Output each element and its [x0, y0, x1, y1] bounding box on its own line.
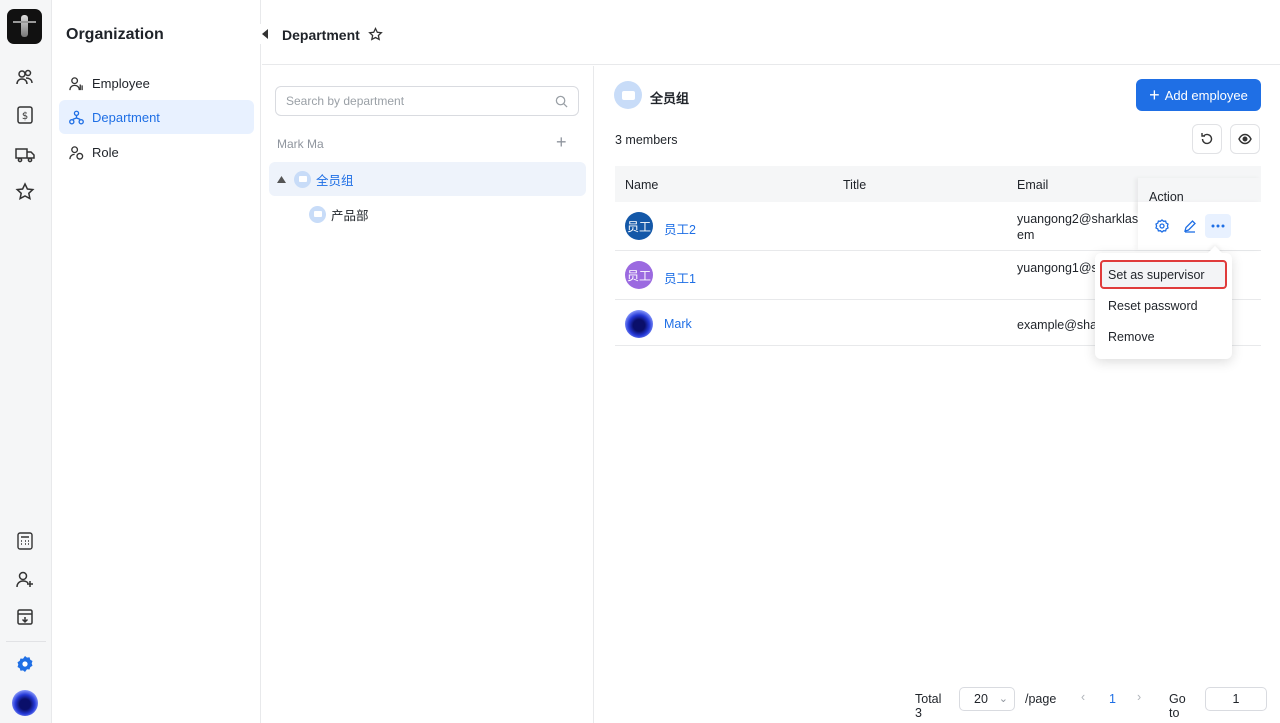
nav-item-label: Role	[92, 144, 119, 160]
department-node-icon	[294, 170, 311, 188]
members-panel: 全员组 + Add employee 3 members Name Title …	[595, 66, 1280, 723]
page-title: Department	[282, 27, 360, 43]
group-icon	[614, 81, 642, 109]
page-header: Department	[262, 0, 1280, 65]
current-page[interactable]: 1	[1109, 692, 1116, 706]
table-row[interactable]: 员工 员工2 yuangong2@sharklasem	[615, 202, 1261, 251]
employee-name-link[interactable]: 员工1	[664, 268, 696, 287]
tree-node-all[interactable]: 全员组	[269, 162, 586, 196]
reset-password-item[interactable]: Reset password	[1100, 291, 1227, 320]
settings-action-icon[interactable]	[1149, 214, 1175, 238]
truck-icon[interactable]	[12, 141, 38, 167]
nav-item-department[interactable]: Department	[59, 100, 254, 134]
role-icon	[69, 145, 84, 160]
nav-item-label: Employee	[92, 75, 150, 91]
view-settings-button[interactable]	[1230, 124, 1260, 154]
settings-icon[interactable]	[12, 651, 38, 677]
set-as-supervisor-item[interactable]: Set as supervisor	[1100, 260, 1227, 289]
calculator-icon[interactable]	[12, 528, 38, 554]
tree-node-product[interactable]: 产品部	[269, 197, 586, 231]
star-icon[interactable]	[12, 179, 38, 205]
avatar	[625, 310, 653, 338]
billing-icon[interactable]: $	[12, 102, 38, 128]
column-email: Email	[1017, 178, 1049, 192]
people-icon[interactable]	[12, 64, 38, 90]
members-count: 3 members	[615, 133, 678, 147]
rail-divider	[6, 641, 46, 642]
app-logo[interactable]	[7, 9, 42, 44]
department-tree-panel: Search by department Mark Ma + 全员组 产品部	[262, 66, 594, 723]
employee-icon	[69, 76, 83, 90]
employee-name-link[interactable]: 员工2	[664, 219, 696, 238]
page-size-value: 20	[974, 692, 988, 706]
org-subnav: Organization Employee Department Role	[52, 0, 261, 723]
per-page-label: /page	[1025, 692, 1057, 706]
svg-text:$: $	[22, 111, 28, 122]
refresh-button[interactable]	[1192, 124, 1222, 154]
employee-name-link[interactable]: Mark	[664, 317, 692, 331]
avatar: 员工	[625, 212, 653, 240]
page-size-select[interactable]: 20 ⌄	[959, 687, 1015, 711]
nav-item-employee[interactable]: Employee	[59, 66, 254, 100]
nav-item-role[interactable]: Role	[59, 135, 254, 169]
tree-node-label: 全员组	[316, 173, 354, 188]
next-page-icon[interactable]: ›	[1137, 690, 1141, 704]
add-employee-button[interactable]: + Add employee	[1136, 79, 1261, 111]
add-employee-label: Add employee	[1164, 87, 1248, 103]
group-name: 全员组	[650, 91, 690, 106]
app-rail: $	[0, 0, 52, 723]
eye-icon	[1238, 133, 1252, 145]
subnav-title: Organization	[66, 26, 164, 43]
department-search-input[interactable]: Search by department	[275, 86, 579, 116]
goto-page-input[interactable]: 1	[1205, 687, 1267, 711]
prev-page-icon[interactable]: ‹	[1081, 690, 1085, 704]
avatar: 员工	[625, 261, 653, 289]
department-node-icon	[309, 205, 326, 223]
plus-icon: +	[1149, 84, 1160, 105]
download-icon[interactable]	[12, 604, 38, 630]
chevron-down-icon: ⌄	[998, 693, 1008, 705]
refresh-icon	[1201, 133, 1213, 145]
profile-avatar[interactable]	[12, 690, 38, 716]
remove-item[interactable]: Remove	[1100, 322, 1227, 351]
tree-node-label: 产品部	[331, 208, 369, 223]
favorite-star-icon[interactable]	[368, 27, 383, 42]
action-cell	[1138, 202, 1261, 250]
more-actions-menu: Set as supervisor Reset password Remove	[1095, 253, 1232, 359]
nav-item-label: Department	[92, 109, 160, 125]
department-icon	[69, 110, 84, 124]
table-header: Name Title Email Action	[615, 166, 1261, 214]
goto-label: Go to	[1169, 692, 1186, 720]
column-title: Title	[843, 178, 867, 192]
search-placeholder: Search by department	[286, 94, 405, 108]
more-icon[interactable]	[1205, 214, 1231, 238]
add-department-icon[interactable]: +	[556, 132, 567, 153]
column-name: Name	[625, 178, 659, 192]
total-count: Total 3	[915, 692, 942, 720]
search-icon	[555, 95, 568, 108]
edit-icon[interactable]	[1177, 214, 1203, 238]
employee-email: yuangong2@sharklasem	[1017, 212, 1139, 242]
add-user-icon[interactable]	[12, 566, 38, 592]
caret-up-icon[interactable]	[277, 175, 286, 183]
tree-owner: Mark Ma	[277, 137, 324, 151]
